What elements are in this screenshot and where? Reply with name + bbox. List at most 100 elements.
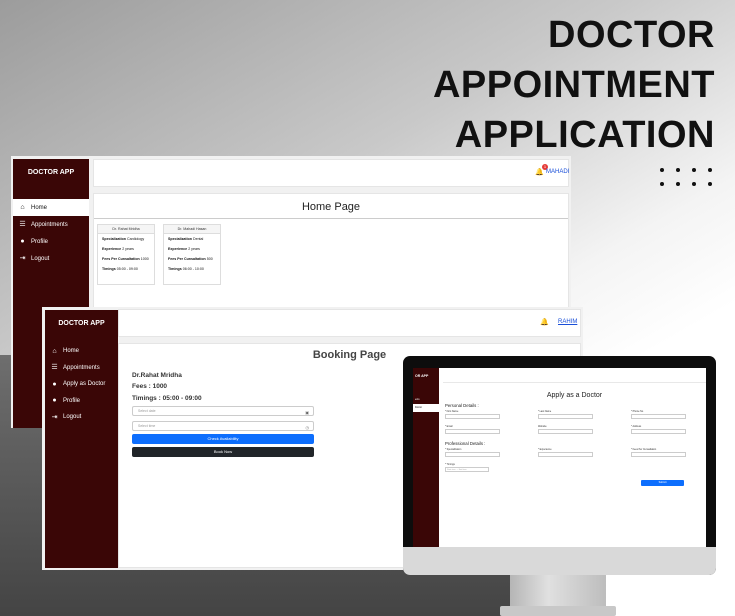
doctor-timings: 05:00 - 09:00 <box>116 267 138 271</box>
title-line-2: APPOINTMENT <box>432 64 715 106</box>
doctor-card[interactable]: Dr. Rahat Mridha Specialization Cardiolo… <box>97 224 155 285</box>
timings-end: End time <box>458 469 467 471</box>
user-plus-icon: ● <box>52 380 57 388</box>
title-line-1: DOCTOR <box>548 14 715 56</box>
email-field[interactable] <box>445 429 500 434</box>
doctor-fees: 1000 <box>140 257 149 261</box>
last-name-field[interactable] <box>538 414 593 419</box>
brand-logo: DOCTOR APP <box>58 320 105 327</box>
doctor-timings: 06:00 - 10:00 <box>182 267 204 271</box>
sidebar-item-logout[interactable]: ⇥ Logout <box>13 250 89 267</box>
logout-icon: ⇥ <box>19 255 26 262</box>
fees-label: * Fees Per Cunsaltation <box>631 448 657 451</box>
title-line-3: APPLICATION <box>454 114 715 156</box>
page-title: Home Page <box>301 201 361 213</box>
brand-logo: OR APP <box>415 374 429 378</box>
user-name-link[interactable]: RAHIM <box>558 319 577 325</box>
sidebar-item-home[interactable]: ⌂ Home <box>13 199 89 216</box>
sidebar-item-home[interactable]: ⌂ Home <box>45 343 118 360</box>
logout-icon: ⇥ <box>51 413 58 421</box>
timings-label: * Timings <box>445 463 455 466</box>
doctor-name: Dr.Rahat Mridha <box>132 372 182 379</box>
header-bar <box>443 370 706 383</box>
time-picker-input[interactable]: Select time ◷ <box>132 421 314 431</box>
sidebar-item-label: Profile <box>63 397 81 404</box>
bell-icon[interactable]: 🔔 <box>540 318 549 326</box>
doctor-fees: 500 <box>206 257 213 261</box>
sidebar-item-logout[interactable]: ⇥ Logout <box>45 409 118 426</box>
sidebar-item-appointments[interactable]: ents <box>413 396 439 404</box>
sidebar-item-label: Appointments <box>31 221 68 228</box>
sidebar-item-label: Home <box>31 204 48 211</box>
check-availability-button[interactable]: Check Availability <box>132 434 314 444</box>
sidebar-item-appointments[interactable]: ☰ Appointments <box>13 216 89 233</box>
home-icon: ⌂ <box>52 347 57 355</box>
monitor-base <box>500 606 616 616</box>
sidebar-item-label: Apply as Doctor <box>63 381 106 388</box>
page-title: Apply as a Doctor <box>546 392 603 399</box>
book-now-button[interactable]: Book Now <box>132 447 314 457</box>
timings-start: Start time <box>447 469 456 471</box>
doctor-card-name: Dr. Rahat Mridha <box>98 225 154 234</box>
decorative-dots <box>660 168 724 186</box>
divider <box>94 218 568 219</box>
sidebar-item-apply-doctor[interactable]: Doctor <box>413 404 439 412</box>
doctor-experience: 2 years <box>188 247 200 251</box>
monitor-stand <box>510 575 606 609</box>
website-label: Website <box>538 425 547 428</box>
doctor-timings: Timings : 05:00 - 09:00 <box>132 395 202 402</box>
sidebar: DOCTOR APP ⌂ Home ☰ Appointments ● Apply… <box>45 310 118 568</box>
sidebar-item-label: Appointments <box>63 364 100 371</box>
clock-icon: ◷ <box>305 425 310 430</box>
sidebar-nav: ⌂ Home ☰ Appointments ● Apply as Doctor … <box>45 343 118 426</box>
sidebar-item-profile[interactable]: ● Profile <box>13 233 89 250</box>
personal-details-heading: Personal Details : <box>445 403 479 408</box>
user-name-link[interactable]: MAHADI <box>546 169 569 175</box>
phone-field[interactable] <box>631 414 686 419</box>
monitor-chin <box>403 547 716 575</box>
list-icon: ☰ <box>19 221 26 228</box>
sidebar-item-label: Logout <box>63 414 82 421</box>
sidebar-item-profile[interactable]: ● Profile <box>45 393 118 410</box>
list-icon: ☰ <box>51 364 58 372</box>
address-label: * Address <box>631 425 642 428</box>
experience-field[interactable] <box>538 452 593 457</box>
doctor-fees: Fees : 1000 <box>132 383 168 390</box>
brand-logo: DOCTOR APP <box>27 169 75 176</box>
sidebar-item-label: Profile <box>31 238 49 245</box>
user-icon: ● <box>52 397 57 405</box>
user-icon: ● <box>20 238 25 245</box>
specialization-field[interactable] <box>445 452 500 457</box>
doctor-card-name: Dr. Mahadi Hasan <box>164 225 220 234</box>
header-bar: 🔔 RAHIM <box>118 309 581 337</box>
header-bar: 🔔 1 MAHADI <box>93 159 569 187</box>
time-placeholder: Select time <box>138 424 156 428</box>
sidebar-item-appointments[interactable]: ☰ Appointments <box>45 360 118 377</box>
home-icon: ⌂ <box>20 204 25 211</box>
first-name-field[interactable] <box>445 414 500 419</box>
date-placeholder: Select date <box>138 409 156 413</box>
experience-label: * Experience <box>538 448 552 451</box>
doctor-specialization: Dental <box>192 237 204 241</box>
fees-field[interactable] <box>631 452 686 457</box>
poster-title: DOCTOR APPOINTMENT APPLICATION <box>433 10 715 160</box>
doctor-card[interactable]: Dr. Mahadi Hasan Specialization Dental E… <box>163 224 221 285</box>
phone-label: * Phone No <box>631 410 644 413</box>
sidebar-item-apply-doctor[interactable]: ● Apply as Doctor <box>45 376 118 393</box>
apply-doctor-screen: OR APP ents Doctor Apply as a Doctor Per… <box>413 368 706 547</box>
last-name-label: * Last Name <box>538 410 552 413</box>
website-field[interactable] <box>538 429 593 434</box>
sidebar: OR APP ents Doctor <box>413 368 439 547</box>
timings-range-field[interactable]: Start time → End time <box>445 467 489 472</box>
professional-details-heading: Professional Details : <box>445 441 486 446</box>
calendar-icon: ▣ <box>305 410 309 415</box>
address-field[interactable] <box>631 429 686 434</box>
specialization-label: * Specialization <box>445 448 462 451</box>
date-picker-input[interactable]: Select date ▣ <box>132 406 314 416</box>
sidebar-nav: ⌂ Home ☰ Appointments ● Profile ⇥ Logout <box>13 199 89 267</box>
doctor-specialization: Cardiology <box>126 237 145 241</box>
monitor-frame: OR APP ents Doctor Apply as a Doctor Per… <box>403 356 716 575</box>
sidebar-item-label: Logout <box>31 255 50 262</box>
doctor-experience: 2 years <box>122 247 134 251</box>
submit-button[interactable]: Submit <box>641 480 684 486</box>
